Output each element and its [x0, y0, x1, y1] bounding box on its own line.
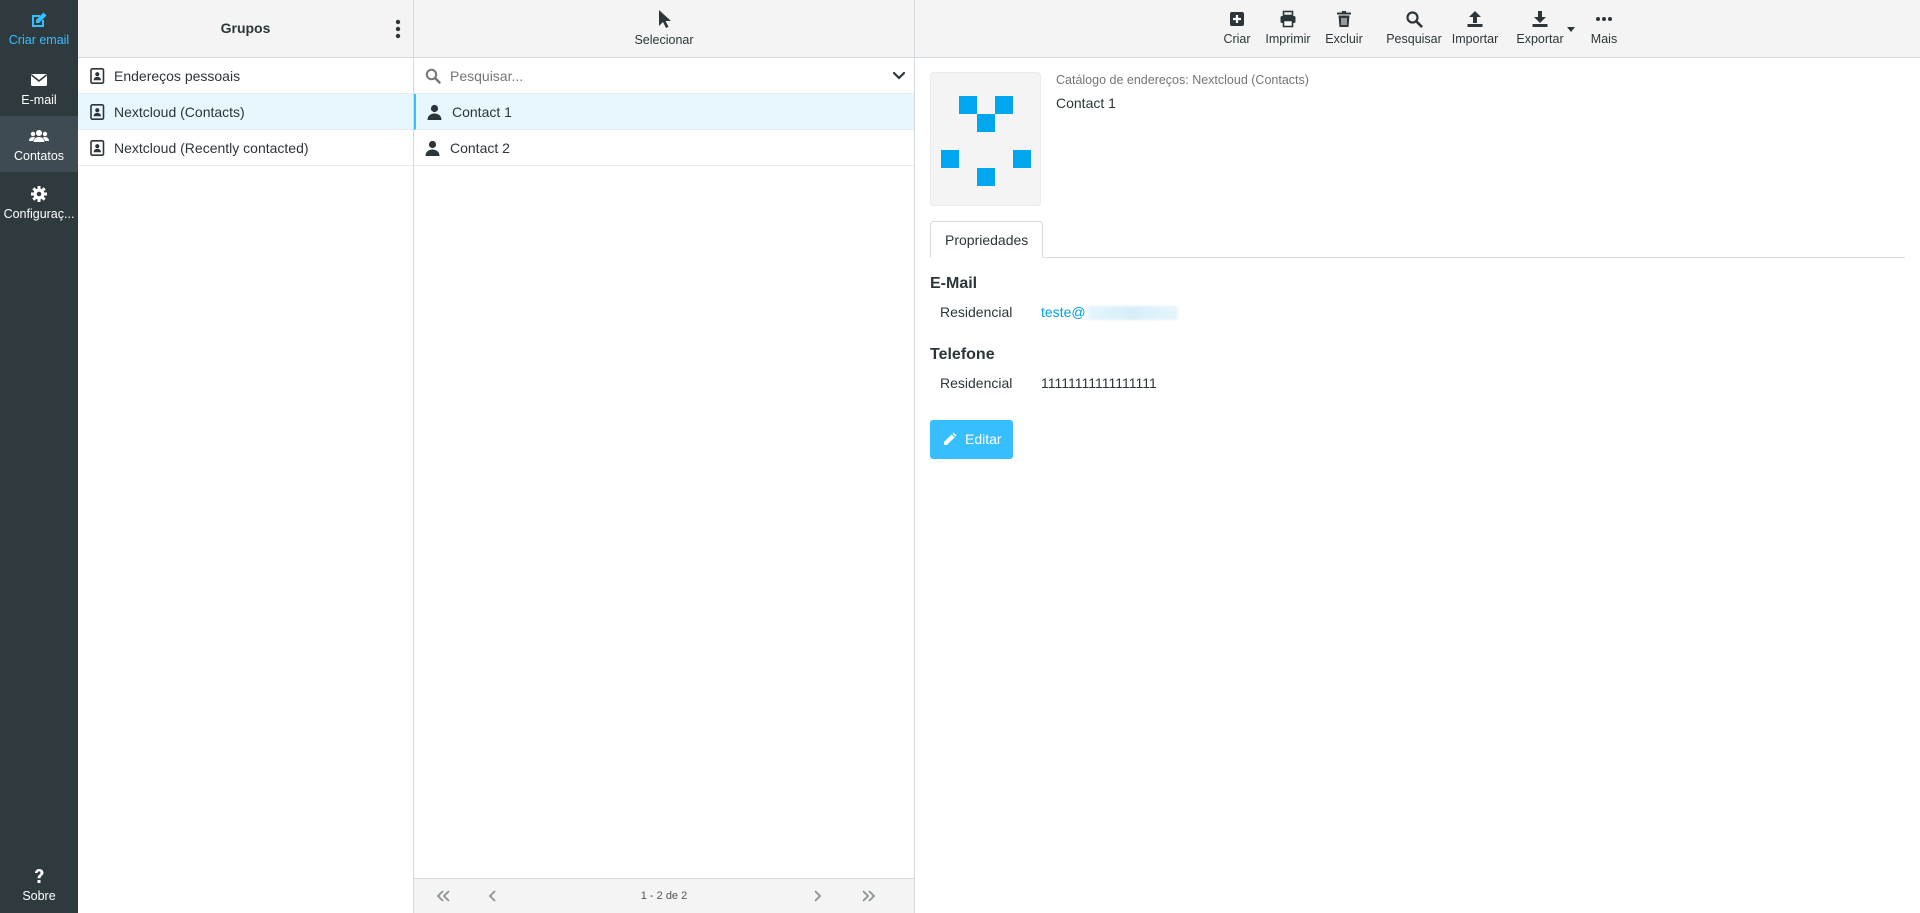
pencil-icon	[944, 432, 957, 445]
search-icon	[1406, 11, 1423, 28]
email-value-text: teste@	[1041, 304, 1086, 320]
contact-tabs: Propriedades	[930, 221, 1905, 258]
address-book-icon	[90, 68, 105, 84]
blurred-email-domain	[1087, 306, 1178, 321]
export-button[interactable]: Exportar	[1515, 0, 1565, 58]
address-book-label: Catálogo de endereços: Nextcloud (Contac…	[1056, 73, 1309, 87]
contact-photo	[930, 72, 1041, 206]
contact-name: Contact 1	[452, 104, 512, 120]
search-button-label: Pesquisar	[1386, 32, 1442, 46]
gear-icon	[31, 186, 47, 202]
address-book-icon	[90, 140, 105, 156]
upload-icon	[1467, 11, 1483, 27]
search-button[interactable]: Pesquisar	[1383, 0, 1445, 58]
nav-compose[interactable]: Criar email	[0, 0, 78, 56]
contacts-list-panel: Selecionar Contact 1 Cont	[414, 0, 915, 913]
nav-mail-label: E-mail	[21, 93, 57, 107]
email-type-label: Residencial	[940, 304, 1013, 320]
search-input[interactable]	[450, 64, 870, 88]
contact-display-name: Contact 1	[1056, 95, 1116, 111]
delete-button-label: Excluir	[1325, 32, 1363, 46]
person-icon	[427, 104, 442, 120]
group-item-personal[interactable]: Endereços pessoais	[78, 58, 413, 94]
select-button-label: Selecionar	[634, 33, 694, 47]
email-section-title: E-Mail	[930, 275, 978, 292]
create-button-label: Criar	[1223, 32, 1251, 46]
phone-section-title: Telefone	[930, 346, 995, 363]
contact-row[interactable]: Contact 1	[414, 94, 914, 130]
group-item-nextcloud-contacts[interactable]: Nextcloud (Contacts)	[78, 94, 413, 130]
chevron-down-icon[interactable]	[892, 70, 906, 82]
export-dropdown-icon[interactable]	[1566, 25, 1576, 33]
select-button[interactable]: Selecionar	[414, 0, 914, 58]
group-item-label: Endereços pessoais	[114, 68, 241, 84]
next-page-icon[interactable]	[808, 888, 826, 904]
import-button[interactable]: Importar	[1450, 0, 1500, 58]
nav-contacts[interactable]: Contatos	[0, 116, 78, 172]
trash-icon	[1337, 11, 1351, 27]
identicon-image	[941, 96, 1031, 186]
export-button-label: Exportar	[1516, 32, 1564, 46]
group-item-label: Nextcloud (Contacts)	[114, 104, 245, 120]
nav-settings-label: Configuraç...	[3, 207, 75, 221]
pagination-info: 1 - 2 de 2	[640, 890, 688, 902]
groups-panel: Grupos Endereços pessoais Nextcloud (Con…	[78, 0, 414, 913]
group-item-nextcloud-recent[interactable]: Nextcloud (Recently contacted)	[78, 130, 413, 166]
more-button-label: Mais	[1590, 32, 1618, 46]
email-value[interactable]: teste@	[1041, 304, 1178, 321]
ellipsis-icon	[1596, 17, 1612, 21]
contact-name: Contact 2	[450, 140, 510, 156]
groups-header: Grupos	[78, 0, 413, 58]
nav-about-label: Sobre	[22, 889, 56, 903]
create-button[interactable]: Criar	[1217, 0, 1257, 58]
nav-mail[interactable]: E-mail	[0, 60, 78, 116]
users-icon	[29, 130, 49, 142]
phone-value: 11111111111111111	[1041, 375, 1157, 391]
search-icon	[425, 68, 441, 84]
print-button-label: Imprimir	[1265, 32, 1311, 46]
address-book-icon	[90, 104, 105, 120]
printer-icon	[1280, 10, 1296, 28]
compose-icon	[32, 12, 47, 27]
import-button-label: Importar	[1451, 32, 1499, 46]
app-window: Criar email E-mail Contatos Configuraç..…	[0, 0, 1920, 913]
tab-properties[interactable]: Propriedades	[930, 221, 1044, 258]
plus-square-icon	[1230, 12, 1244, 26]
print-button[interactable]: Imprimir	[1260, 0, 1316, 58]
phone-type-label: Residencial	[940, 375, 1013, 391]
edit-button[interactable]: Editar	[930, 420, 1013, 459]
nav-contacts-label: Contatos	[13, 149, 65, 163]
envelope-icon	[31, 74, 47, 86]
pagination: 1 - 2 de 2	[414, 878, 914, 913]
contacts-search	[414, 58, 914, 94]
question-icon	[35, 869, 44, 883]
edit-button-label: Editar	[965, 431, 1002, 447]
person-icon	[425, 140, 440, 156]
last-page-icon[interactable]	[860, 888, 878, 904]
contacts-list-header: Selecionar	[414, 0, 914, 58]
more-button[interactable]: Mais	[1586, 0, 1622, 58]
main-navigation: Criar email E-mail Contatos Configuraç..…	[0, 0, 78, 913]
nav-settings[interactable]: Configuraç...	[0, 174, 78, 230]
pointer-icon	[659, 10, 671, 28]
delete-button[interactable]: Excluir	[1319, 0, 1369, 58]
download-icon	[1532, 11, 1548, 27]
toolbar: Criar Imprimir Excluir Pesquisar Importa…	[915, 0, 1920, 58]
nav-compose-label: Criar email	[8, 33, 70, 47]
groups-title: Grupos	[220, 20, 271, 36]
groups-menu-icon[interactable]	[391, 18, 405, 40]
group-item-label: Nextcloud (Recently contacted)	[114, 140, 309, 156]
contact-row[interactable]: Contact 2	[414, 130, 914, 166]
nav-about[interactable]: Sobre	[0, 856, 78, 912]
contact-details-panel: Criar Imprimir Excluir Pesquisar Importa…	[915, 0, 1920, 913]
